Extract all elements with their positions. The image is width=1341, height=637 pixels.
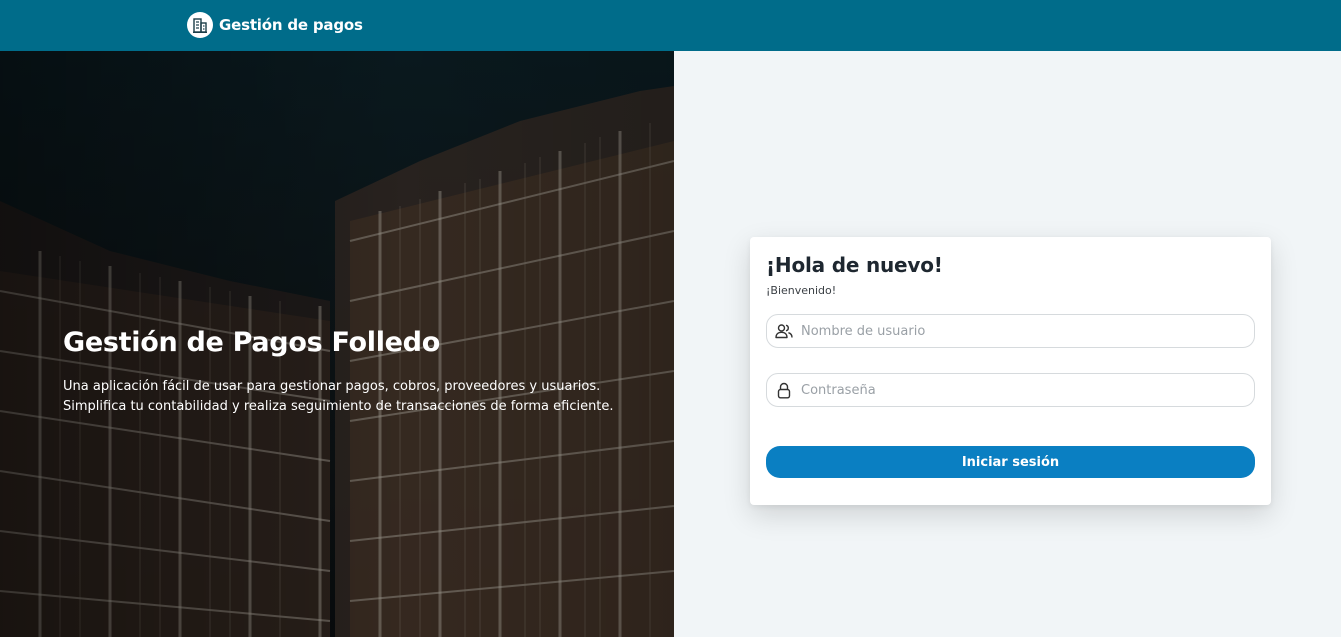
- hero-description: Una aplicación fácil de usar para gestio…: [63, 377, 623, 417]
- building-icon: [187, 12, 213, 38]
- top-navbar: Gestión de pagos: [0, 0, 1341, 51]
- username-input[interactable]: [801, 316, 1241, 346]
- hero-panel: Gestión de Pagos Folledo Una aplicación …: [0, 51, 674, 637]
- lock-icon: [767, 374, 801, 406]
- password-input[interactable]: [801, 375, 1241, 405]
- login-card: ¡Hola de nuevo! ¡Bienvenido! Iniciar ses…: [750, 237, 1271, 505]
- login-button[interactable]: Iniciar sesión: [766, 446, 1255, 478]
- login-subtitle: ¡Bienvenido!: [766, 284, 837, 297]
- brand-link[interactable]: Gestión de pagos: [187, 12, 363, 38]
- username-field[interactable]: [766, 314, 1255, 348]
- brand-name: Gestión de pagos: [219, 16, 363, 34]
- hero-description-line-1: Una aplicación fácil de usar para gestio…: [63, 379, 601, 394]
- password-field[interactable]: [766, 373, 1255, 407]
- login-title: ¡Hola de nuevo!: [766, 253, 943, 277]
- users-icon: [767, 315, 801, 347]
- hero-description-line-2: Simplifica tu contabilidad y realiza seg…: [63, 399, 614, 414]
- hero-title: Gestión de Pagos Folledo: [63, 327, 440, 358]
